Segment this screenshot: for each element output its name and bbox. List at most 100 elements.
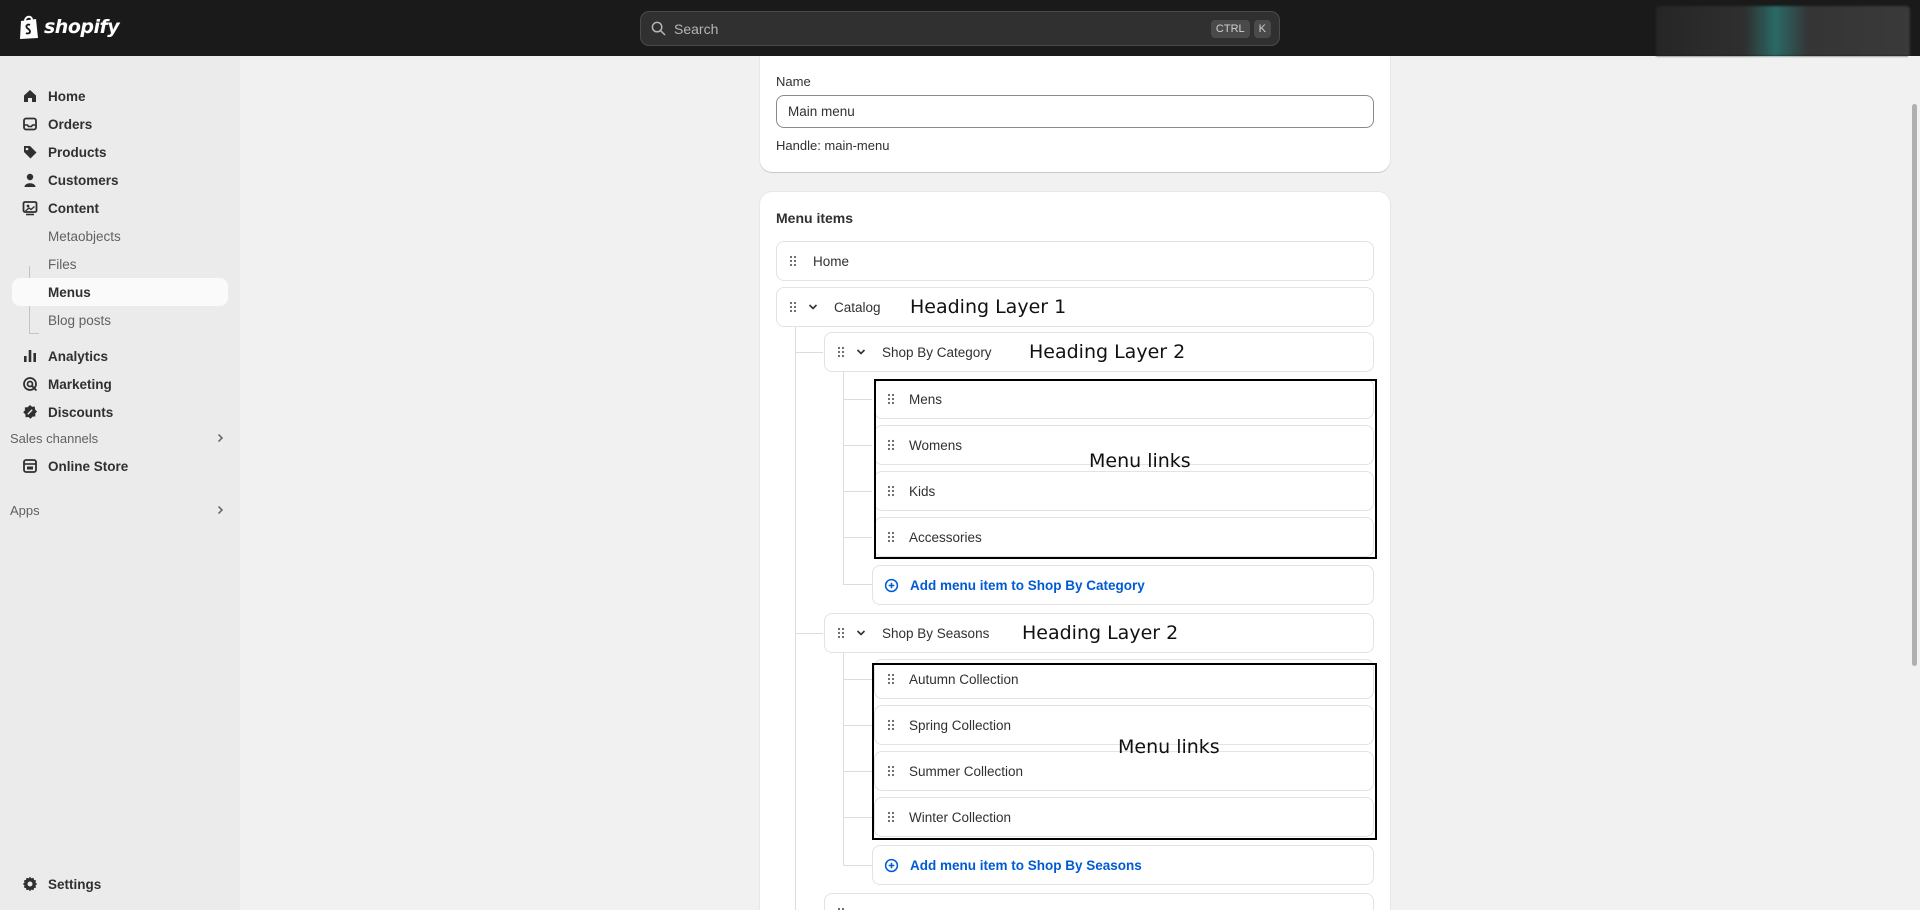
menu-items-title: Menu items [776,210,854,226]
shopify-logo[interactable]: shopify [18,14,120,40]
tree-branch [843,537,872,538]
menu-item-label: Accessories [909,530,982,545]
menu-item-partial[interactable] [824,893,1374,910]
chevron-down-icon[interactable] [855,627,867,639]
drag-handle-icon[interactable] [887,485,895,497]
menu-item-label: Mens [909,392,943,407]
tree-branch [843,725,872,726]
drag-handle-icon[interactable] [789,255,797,267]
menu-handle: Handle: main-menu [776,138,890,153]
drag-handle-icon[interactable] [837,346,845,358]
chevron-right-icon [217,433,224,443]
chevron-down-icon[interactable] [807,301,819,313]
drag-handle-icon[interactable] [887,531,895,543]
bar-chart-icon [24,350,36,362]
menu-item-kids[interactable]: Kids [874,471,1374,511]
tag-icon [24,146,37,159]
menu-item-label: Spring Collection [909,718,1012,733]
drag-handle-icon[interactable] [887,393,895,405]
sidebar-item-online-store[interactable]: Online Store [12,452,228,480]
menu-item-label: Shop By Category [882,345,992,360]
search-icon [651,21,666,36]
sidebar-item-analytics[interactable]: Analytics [12,342,228,370]
content-icon [22,201,38,216]
menu-item-winter-collection[interactable]: Winter Collection [874,797,1374,837]
name-label: Name [776,74,811,89]
sidebar-item-label: Files [48,256,77,272]
sidebar-item-files[interactable]: Files [12,250,228,278]
annotation-heading-layer-2-seasons: Heading Layer 2 [1022,622,1179,644]
sidebar-item-content[interactable]: Content [12,194,228,222]
menu-item-mens[interactable]: Mens [874,379,1374,419]
menu-item-catalog[interactable]: Catalog [776,287,1374,327]
gear-icon [22,876,38,892]
sales-channels-header[interactable]: Sales channels [10,428,228,448]
apps-label: Apps [10,502,40,518]
drag-handle-icon[interactable] [887,765,895,777]
sidebar-item-label: Analytics [48,348,109,364]
tree-branch [843,445,872,446]
annotation-heading-layer-1: Heading Layer 1 [910,296,1067,318]
menu-item-autumn-collection[interactable]: Autumn Collection [874,659,1374,699]
drag-handle-icon[interactable] [887,673,895,685]
sidebar-item-customers[interactable]: Customers [12,166,228,194]
add-menu-item-category-button[interactable]: Add menu item to Shop By Category [872,565,1374,605]
menu-item-label: Catalog [834,300,881,315]
sidebar-item-label: Content [48,200,99,216]
person-icon [24,173,36,187]
drag-handle-icon[interactable] [887,439,895,451]
sidebar-item-label: Orders [48,116,93,132]
tree-line [843,372,844,584]
tree-line [843,653,844,865]
drag-handle-icon[interactable] [837,627,845,639]
sidebar-item-orders[interactable]: Orders [12,110,228,138]
sidebar-item-blog-posts[interactable]: Blog posts [12,306,228,334]
menu-name-card: Name Handle: main-menu [760,56,1390,172]
tree-branch [843,771,872,772]
sidebar-item-home[interactable]: Home [12,82,228,110]
sidebar-item-discounts[interactable]: Discounts [12,398,228,426]
sidebar-item-metaobjects[interactable]: Metaobjects [12,222,228,250]
sidebar-item-label: Products [48,144,107,160]
annotation-heading-layer-2-category: Heading Layer 2 [1029,341,1186,363]
drag-handle-icon[interactable] [887,811,895,823]
drag-handle-icon[interactable] [887,719,895,731]
search-input[interactable] [674,20,1207,37]
search-bar[interactable]: CTRL K [640,11,1280,46]
sidebar-item-marketing[interactable]: Marketing [12,370,228,398]
tree-branch [843,399,872,400]
apps-header[interactable]: Apps [10,500,228,520]
tree-branch [843,817,872,818]
menu-item-label: Shop By Seasons [882,626,990,641]
menu-item-accessories[interactable]: Accessories [874,517,1374,557]
add-menu-item-seasons-button[interactable]: Add menu item to Shop By Seasons [872,845,1374,885]
sidebar-item-label: Customers [48,172,119,188]
top-bar: shopify CTRL K [0,0,1920,56]
menu-name-input[interactable] [776,95,1374,128]
orders-icon [23,117,37,131]
sidebar-item-label: Home [48,88,86,104]
menu-item-label: Kids [909,484,936,499]
chevron-down-icon[interactable] [855,346,867,358]
menu-item-label: Winter Collection [909,810,1012,825]
discount-icon [23,405,37,419]
menu-item-label: Home [813,254,850,269]
sidebar-item-label: Marketing [48,376,112,392]
sidebar-item-settings[interactable]: Settings [12,870,228,898]
tree-branch [795,633,823,634]
tree-branch [843,679,872,680]
sidebar-item-products[interactable]: Products [12,138,228,166]
account-area-blurred[interactable] [1656,6,1910,56]
sales-channels-label: Sales channels [10,430,99,446]
menu-item-home[interactable]: Home [776,241,1374,281]
drag-handle-icon[interactable] [789,301,797,313]
sidebar-item-label: Metaobjects [48,228,121,244]
sidebar-item-label: Settings [48,876,102,892]
sidebar-item-menus[interactable]: Menus [12,278,228,306]
brand-name: shopify [44,16,120,38]
chevron-right-icon [217,505,224,515]
tree-line [795,327,796,910]
store-icon [23,459,37,473]
plus-circle-icon [884,578,899,593]
scrollbar-thumb[interactable] [1912,104,1917,666]
